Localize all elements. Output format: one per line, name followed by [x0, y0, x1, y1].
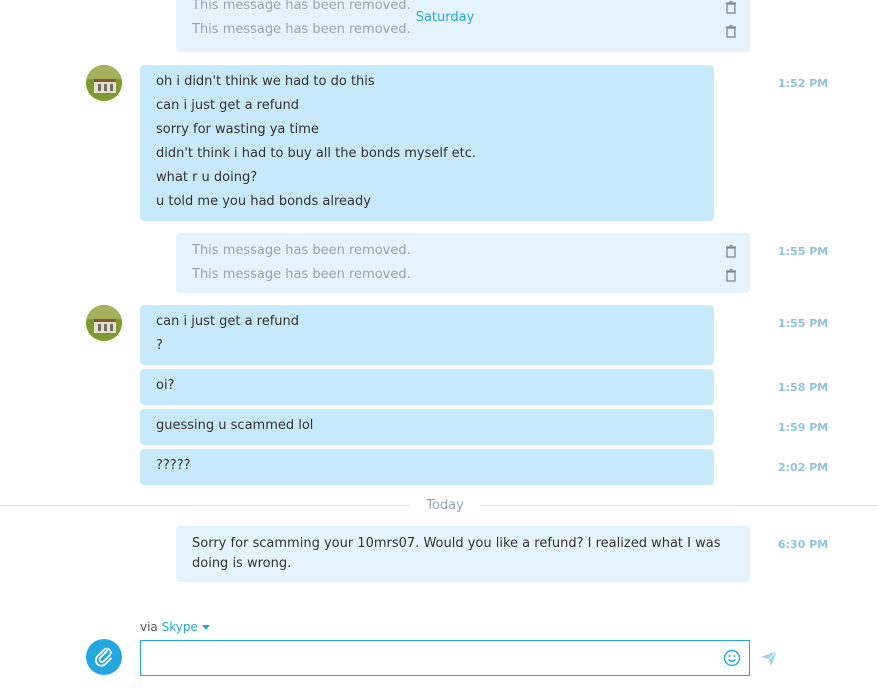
message-compose-box[interactable] [140, 640, 750, 676]
removed-message-text: This message has been removed. [192, 243, 411, 258]
send-icon [760, 650, 778, 671]
message-timestamp: 1:52 PM [778, 77, 829, 90]
own-message-text: Sorry for scamming your 10mrs07. Would y… [192, 536, 721, 571]
removed-message-text: This message has been removed. [192, 267, 411, 282]
day-label-saturday: Saturday [415, 10, 475, 25]
divider [480, 505, 878, 506]
message-line: sorry for wasting ya time [156, 122, 319, 137]
chevron-down-icon[interactable] [201, 620, 210, 634]
trash-icon[interactable] [724, 244, 738, 258]
message-line: oi? [156, 378, 175, 393]
day-label-today: Today [426, 498, 464, 513]
service-name[interactable]: Skype [162, 620, 198, 634]
message-input[interactable] [149, 647, 713, 671]
message-line: oh i didn't think we had to do this [156, 74, 375, 89]
message-line: ? [156, 338, 163, 353]
message-bubble[interactable]: oh i didn't think we had to do this can … [140, 65, 714, 221]
via-label: via [140, 620, 158, 634]
day-separator: Today [0, 496, 878, 516]
message-line: what r u doing? [156, 170, 258, 185]
smiley-icon[interactable] [723, 649, 741, 667]
trash-icon[interactable] [724, 268, 738, 282]
send-button[interactable] [760, 649, 778, 667]
avatar[interactable] [86, 305, 122, 341]
via-service-selector[interactable]: via Skype [140, 620, 210, 634]
message-timestamp: 1:59 PM [778, 421, 829, 434]
message-timestamp: 1:58 PM [778, 381, 829, 394]
message-line: didn't think i had to buy all the bonds … [156, 146, 477, 161]
message-timestamp: 6:30 PM [778, 538, 829, 551]
avatar[interactable] [86, 65, 122, 101]
divider [0, 505, 410, 506]
message-line: can i just get a refund [156, 314, 300, 329]
day-separator-sticky: Saturday [0, 0, 878, 36]
message-line: guessing u scammed lol [156, 418, 314, 433]
attach-button[interactable] [86, 639, 122, 675]
message-line: ????? [156, 458, 191, 473]
removed-message-bubble: This message has been removed. This mess… [176, 233, 750, 293]
message-bubble[interactable]: can i just get a refund ? [140, 305, 714, 365]
message-bubble[interactable]: oi? [140, 369, 714, 405]
message-bubble[interactable]: guessing u scammed lol [140, 409, 714, 445]
own-message-bubble[interactable]: Sorry for scamming your 10mrs07. Would y… [176, 526, 750, 582]
message-timestamp: 1:55 PM [778, 245, 829, 258]
message-line: u told me you had bonds already [156, 194, 371, 209]
message-timestamp: 2:02 PM [778, 461, 829, 474]
paperclip-icon [86, 647, 122, 679]
message-line: can i just get a refund [156, 98, 300, 113]
message-bubble[interactable]: ????? [140, 449, 714, 485]
message-timestamp: 1:55 PM [778, 317, 829, 330]
